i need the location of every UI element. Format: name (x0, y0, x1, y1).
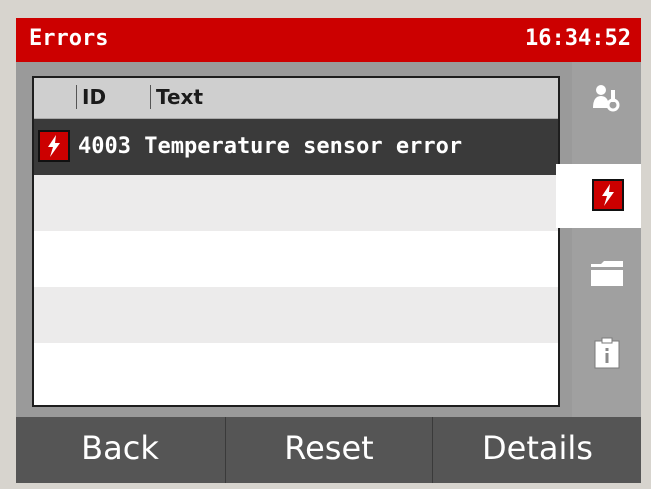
side-tab-bar (556, 62, 641, 417)
table-row-empty[interactable] (34, 175, 558, 231)
clock-time: 16:34:52 (525, 26, 631, 51)
table-header: ID Text (34, 78, 558, 119)
page-title: Errors (29, 26, 109, 51)
error-entry-text: 4003 Temperature sensor error (78, 134, 463, 159)
tab-user-settings[interactable] (572, 68, 641, 132)
tab-info[interactable] (572, 320, 641, 384)
table-row-empty[interactable] (34, 343, 558, 399)
table-row-selected[interactable]: 4003 Temperature sensor error (34, 119, 558, 175)
title-bar: Errors 16:34:52 (16, 18, 641, 62)
back-button[interactable]: Back (16, 417, 224, 483)
tab-errors-active[interactable] (556, 164, 641, 228)
error-bolt-icon (38, 130, 70, 162)
table-row-empty[interactable] (34, 287, 558, 343)
softkey-bar: Back Reset Details (16, 417, 641, 483)
error-list-panel: ID Text 4003 Temperature sensor error (32, 76, 560, 407)
device-screen: Errors 16:34:52 ID Text 4003 Temperature… (16, 18, 641, 483)
column-header-id[interactable]: ID (76, 85, 106, 109)
details-button[interactable]: Details (432, 417, 641, 483)
table-row-empty[interactable] (34, 231, 558, 287)
column-header-text[interactable]: Text (150, 85, 203, 109)
folder-icon (591, 261, 623, 286)
info-document-icon (594, 337, 620, 369)
reset-button[interactable]: Reset (225, 417, 432, 483)
user-settings-icon (593, 85, 620, 112)
error-bolt-icon (592, 179, 624, 211)
tab-folder[interactable] (572, 240, 641, 304)
